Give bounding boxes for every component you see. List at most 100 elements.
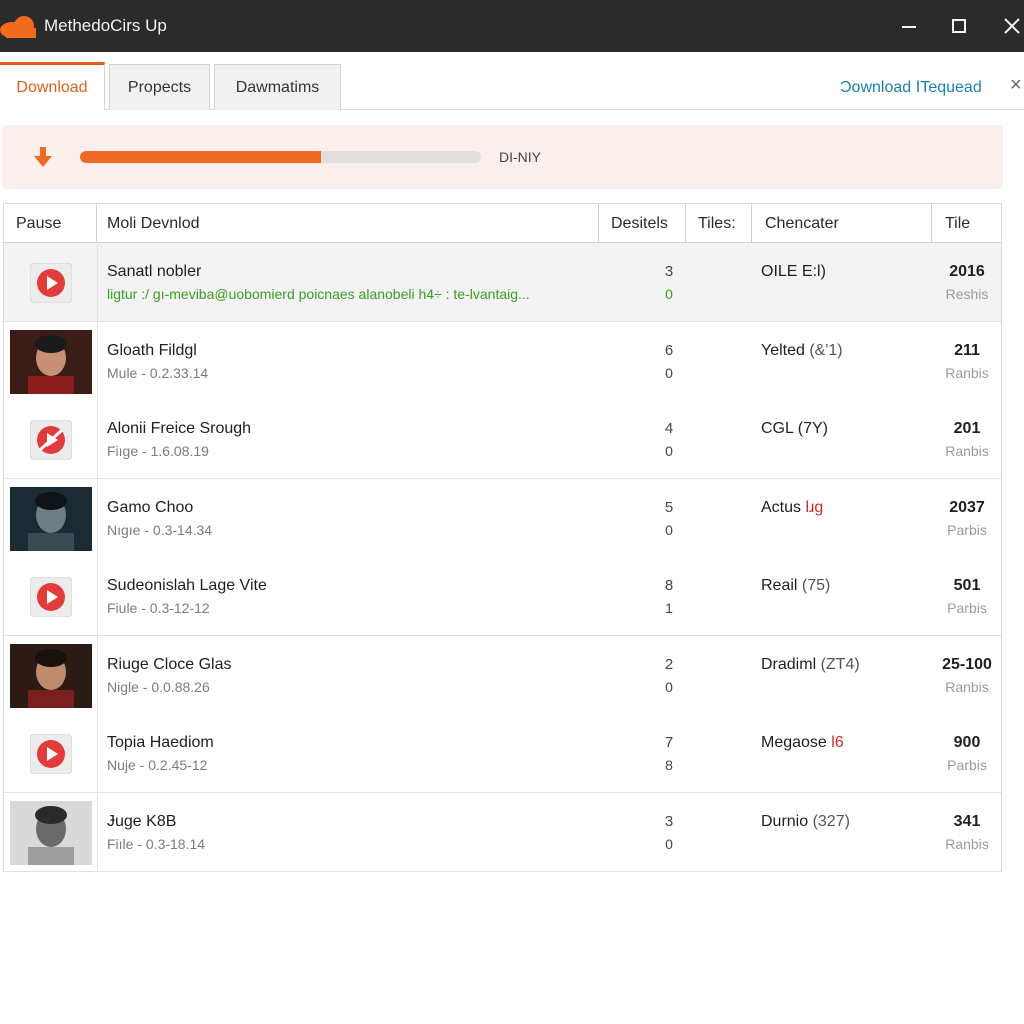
chencater-value: CGL (7Y) (761, 420, 828, 438)
item-title: Gloath Fildgl (107, 341, 197, 359)
video-thumbnail (10, 800, 92, 865)
item-title: Sudeonislah Lage Vite (107, 577, 267, 594)
downloads-table: Pause Moli Devnlod Desitels Tiles: Chenc… (3, 203, 1002, 872)
tile-value: 900 (953, 734, 981, 751)
tile-value: 25-100 (942, 655, 992, 673)
download-arrow-icon (34, 147, 52, 167)
chencater-value: Yelted (&'1) (761, 342, 843, 360)
tile-subvalue: Ranbis (945, 678, 989, 695)
item-meta: Nıgıe - 0.3-14.34 (107, 521, 213, 538)
download-request-link[interactable]: Ɔownload ⅠTequead (840, 77, 982, 97)
chencater-text: Reail (761, 577, 802, 594)
desitels-subvalue: 0 (665, 364, 673, 381)
progress-bar-fill (80, 151, 321, 163)
play-icon (30, 263, 72, 303)
column-divider (97, 635, 98, 714)
table-row[interactable]: Alonii Freice Srough Fiıge - 1.6.08.19 4 0 C… (4, 400, 1001, 479)
item-title: Gamo Choo (107, 498, 194, 516)
table-row[interactable]: Gloath Fildgl Mule - 0.2.33.14 6 0 Yelted (&… (4, 321, 1001, 401)
tile-value: 2037 (949, 498, 985, 516)
tile-subvalue: Parbis (947, 600, 987, 616)
item-title: Riuge Cloce Glas (107, 655, 232, 673)
table-row[interactable]: Sudeonislah Lage Vite Fiule - 0.3-12-12 8 1… (4, 557, 1001, 636)
desitels-value: 5 (664, 498, 674, 516)
chencater-value: Durnio (327) (761, 813, 850, 831)
item-title: Alonii Freice Srough (107, 420, 252, 437)
item-meta: Mule - 0.2.33.14 (107, 364, 209, 381)
maximize-icon (952, 19, 966, 33)
column-header-desitels[interactable]: Desitels (599, 204, 686, 243)
item-meta: Nuje - 0.2.45-12 (107, 757, 208, 773)
tab-propects[interactable]: Propects (109, 64, 210, 110)
tile-value: 2016 (949, 263, 985, 280)
column-divider (97, 243, 98, 321)
tile-value: 501 (953, 577, 981, 594)
item-meta: ligtur :/ gı-meviba@uobomierd poicnaes a… (107, 286, 530, 302)
desitels-value: 3 (664, 812, 674, 830)
chencater-text: OILE E:l) (761, 263, 826, 280)
close-window-button[interactable] (994, 8, 1024, 44)
progress-status: DI-NIY (499, 149, 541, 165)
item-meta: Fiıge - 1.6.08.19 (107, 443, 209, 459)
chencater-paren: (&'1) (809, 341, 843, 359)
column-divider (97, 557, 98, 635)
close-tab-button[interactable]: × (1010, 74, 1022, 97)
column-divider (97, 400, 98, 478)
chencater-text: Durnio (761, 812, 813, 830)
column-divider (97, 792, 98, 871)
column-divider (97, 714, 98, 792)
desitels-subvalue: 0 (665, 443, 673, 459)
desitels-subvalue: 1 (665, 600, 673, 616)
item-title: Sanatl nobler (107, 263, 202, 280)
download-progress-panel: DI-NIY (2, 125, 1003, 189)
chencater-value: Reail (75) (761, 577, 830, 595)
desitels-value: 4 (664, 420, 674, 437)
minimize-icon (902, 26, 916, 28)
tab-download[interactable]: Download (0, 62, 105, 110)
item-meta: Fiıle - 0.3-18.14 (107, 835, 206, 852)
maximize-button[interactable] (941, 8, 977, 44)
table-row[interactable]: Riuge Cloce Glas Nigle - 0.0.88.26 2 0 Dradi… (4, 635, 1001, 715)
chencater-text: Megaose (761, 734, 832, 751)
tile-value: 341 (953, 812, 981, 830)
desitels-value: 2 (664, 655, 674, 673)
desitels-subvalue: 0 (665, 835, 673, 852)
chencater-paren: (ΖΤ4) (820, 655, 860, 673)
column-header-pause[interactable]: Pause (4, 204, 97, 243)
column-header-tile[interactable]: Tile (932, 204, 1001, 243)
table-row[interactable]: Gamo Choo Nıgıe - 0.3-14.34 5 0 Actus lɹg 203… (4, 478, 1001, 558)
tab-bar: Download Propects Dawmatims Ɔownload ⅠTe… (0, 52, 1024, 110)
desitels-value: 8 (664, 577, 674, 594)
desitels-value: 6 (664, 341, 674, 359)
play-icon (30, 577, 72, 617)
tile-subvalue: Ranbis (945, 443, 989, 459)
table-header: Pause Moli Devnlod Desitels Tiles: Chenc… (4, 204, 1001, 243)
chencater-paren: (75) (801, 577, 831, 594)
table-row[interactable]: Topia Haediom Nuje - 0.2.45-12 7 8 Megaose l… (4, 714, 1001, 793)
chencater-value: Actus lɹg (761, 499, 823, 517)
desitels-subvalue: 0 (665, 521, 673, 538)
table-row[interactable]: Sanatl nobler ligtur :/ gı-meviba@uobomie… (4, 243, 1001, 322)
desitels-value: 7 (664, 734, 674, 751)
tile-subvalue: Parbis (947, 757, 987, 773)
table-row[interactable]: Ɉuge K8B Fiıle - 0.3-18.14 3 0 Durnio (327) 3… (4, 792, 1001, 872)
tab-dawmatims[interactable]: Dawmatims (214, 64, 341, 110)
column-header-tiles[interactable]: Tiles: (686, 204, 752, 243)
play-slash-icon (30, 420, 72, 460)
column-header-title[interactable]: Moli Devnlod (97, 204, 599, 243)
chencater-text: CGL (7Y) (761, 420, 828, 437)
item-meta: Nigle - 0.0.88.26 (107, 678, 210, 695)
tile-subvalue: Parbis (947, 521, 987, 538)
column-header-chencater[interactable]: Chencater (752, 204, 932, 243)
desitels-subvalue: 0 (665, 286, 673, 302)
column-divider (97, 321, 98, 400)
chencater-value: OILE E:l) (761, 263, 826, 281)
chencater-value: Megaose l6 (761, 734, 844, 752)
progress-bar (80, 151, 481, 163)
title-bar: MethedoCirs Up (0, 0, 1024, 52)
item-title: Topia Haediom (107, 734, 214, 751)
chencater-paren: (327) (812, 812, 850, 830)
chencater-badge: l6 (831, 734, 844, 751)
minimize-button[interactable] (891, 8, 927, 44)
tile-subvalue: Ranbis (945, 835, 989, 852)
